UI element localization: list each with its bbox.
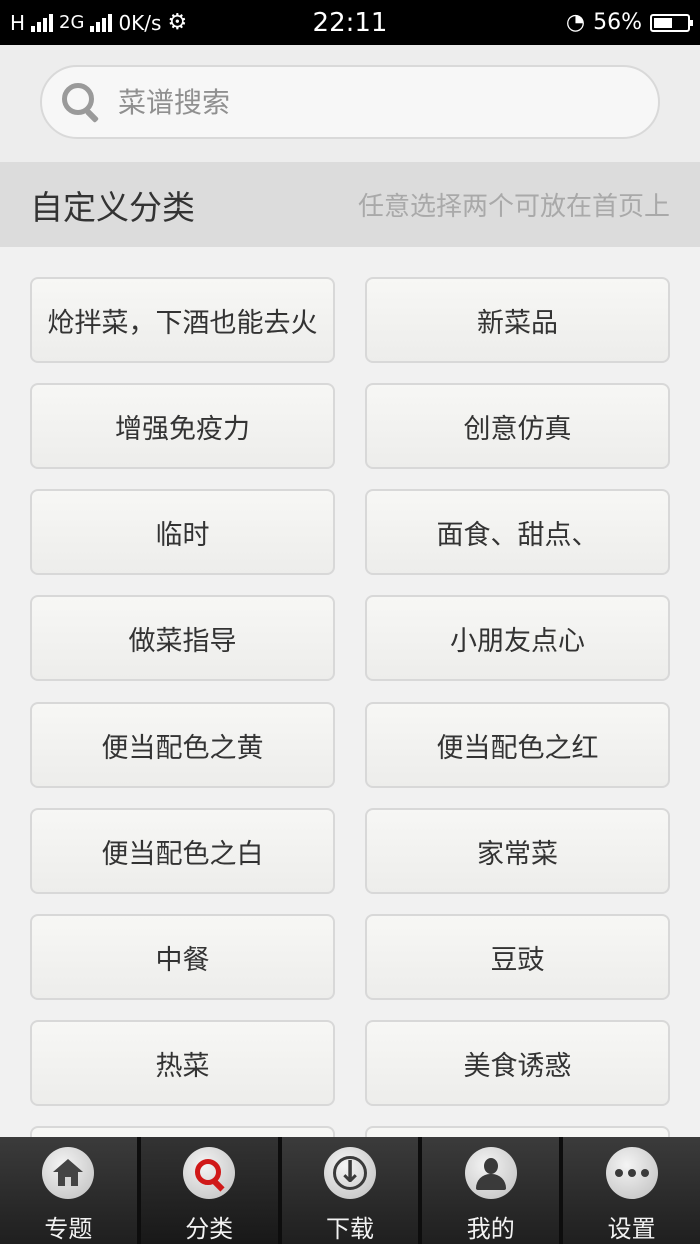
nav-item-topics[interactable]: 专题 [0, 1137, 137, 1244]
nav-label: 我的 [466, 1215, 515, 1243]
nav-item-download[interactable]: ↓ 下载 [277, 1137, 419, 1244]
category-button[interactable]: 临时 [30, 489, 335, 575]
category-button[interactable]: 创意仿真 [365, 383, 670, 469]
home-icon [42, 1147, 95, 1199]
status-right: ◔ 56% [565, 0, 693, 45]
category-button[interactable]: 新菜品 [365, 277, 670, 363]
category-button[interactable]: 面食、甜点、 [365, 489, 670, 575]
status-left: H 2G 0K/s ⚙ [10, 0, 187, 45]
category-button[interactable]: 增强免疫力 [30, 383, 335, 469]
search-icon [183, 1147, 236, 1199]
search-box[interactable] [40, 65, 660, 139]
search-area [0, 45, 700, 162]
user-icon [464, 1147, 517, 1199]
nav-label: 分类 [185, 1215, 234, 1243]
more-icon [605, 1147, 658, 1199]
category-button[interactable] [365, 1126, 670, 1137]
nav-label: 下载 [325, 1215, 374, 1243]
section-header: 自定义分类 任意选择两个可放在首页上 [0, 162, 700, 247]
category-button[interactable]: 便当配色之白 [30, 808, 335, 894]
signal-2g-icon [90, 13, 113, 32]
section-title: 自定义分类 [30, 187, 195, 227]
category-grid: 炝拌菜，下酒也能去火 新菜品 增强免疫力 创意仿真 临时 面食、甜点、 做菜指导… [0, 247, 700, 1137]
category-button[interactable]: 炝拌菜，下酒也能去火 [30, 277, 335, 363]
nav-label: 专题 [44, 1215, 93, 1243]
nav-label: 设置 [607, 1215, 656, 1243]
network-type-h: H [10, 10, 26, 35]
category-button[interactable]: 便当配色之红 [365, 702, 670, 788]
gear-icon: ⚙ [167, 10, 188, 35]
search-input[interactable] [116, 84, 640, 120]
nav-item-settings[interactable]: 设置 [559, 1137, 700, 1244]
category-button[interactable]: 便当配色之黄 [30, 702, 335, 788]
status-bar: H 2G 0K/s ⚙ 22:11 ◔ 56% [0, 0, 700, 45]
search-icon [56, 77, 106, 127]
battery-icon [650, 13, 693, 32]
wifi-icon: ◔ [565, 10, 586, 35]
download-icon: ↓ [323, 1147, 376, 1199]
category-button[interactable]: 家常菜 [365, 808, 670, 894]
bottom-nav: 专题 分类 ↓ 下载 我的 设置 [0, 1137, 700, 1244]
category-button[interactable]: 做菜指导 [30, 595, 335, 681]
category-button[interactable]: 中餐 [30, 914, 335, 1000]
battery-fill [654, 17, 672, 28]
category-button[interactable]: 美食诱惑 [365, 1020, 670, 1106]
category-button[interactable] [30, 1126, 335, 1137]
section-hint: 任意选择两个可放在首页上 [357, 192, 670, 222]
nav-item-categories[interactable]: 分类 [136, 1137, 278, 1244]
nav-item-mine[interactable]: 我的 [418, 1137, 559, 1244]
signal-icon [31, 13, 54, 32]
network-speed: 0K/s [118, 10, 162, 35]
category-button[interactable]: 豆豉 [365, 914, 670, 1000]
category-button[interactable]: 热菜 [30, 1020, 335, 1106]
battery-percent: 56% [593, 10, 642, 35]
category-button[interactable]: 小朋友点心 [365, 595, 670, 681]
network-type-2g: 2G [59, 12, 85, 33]
